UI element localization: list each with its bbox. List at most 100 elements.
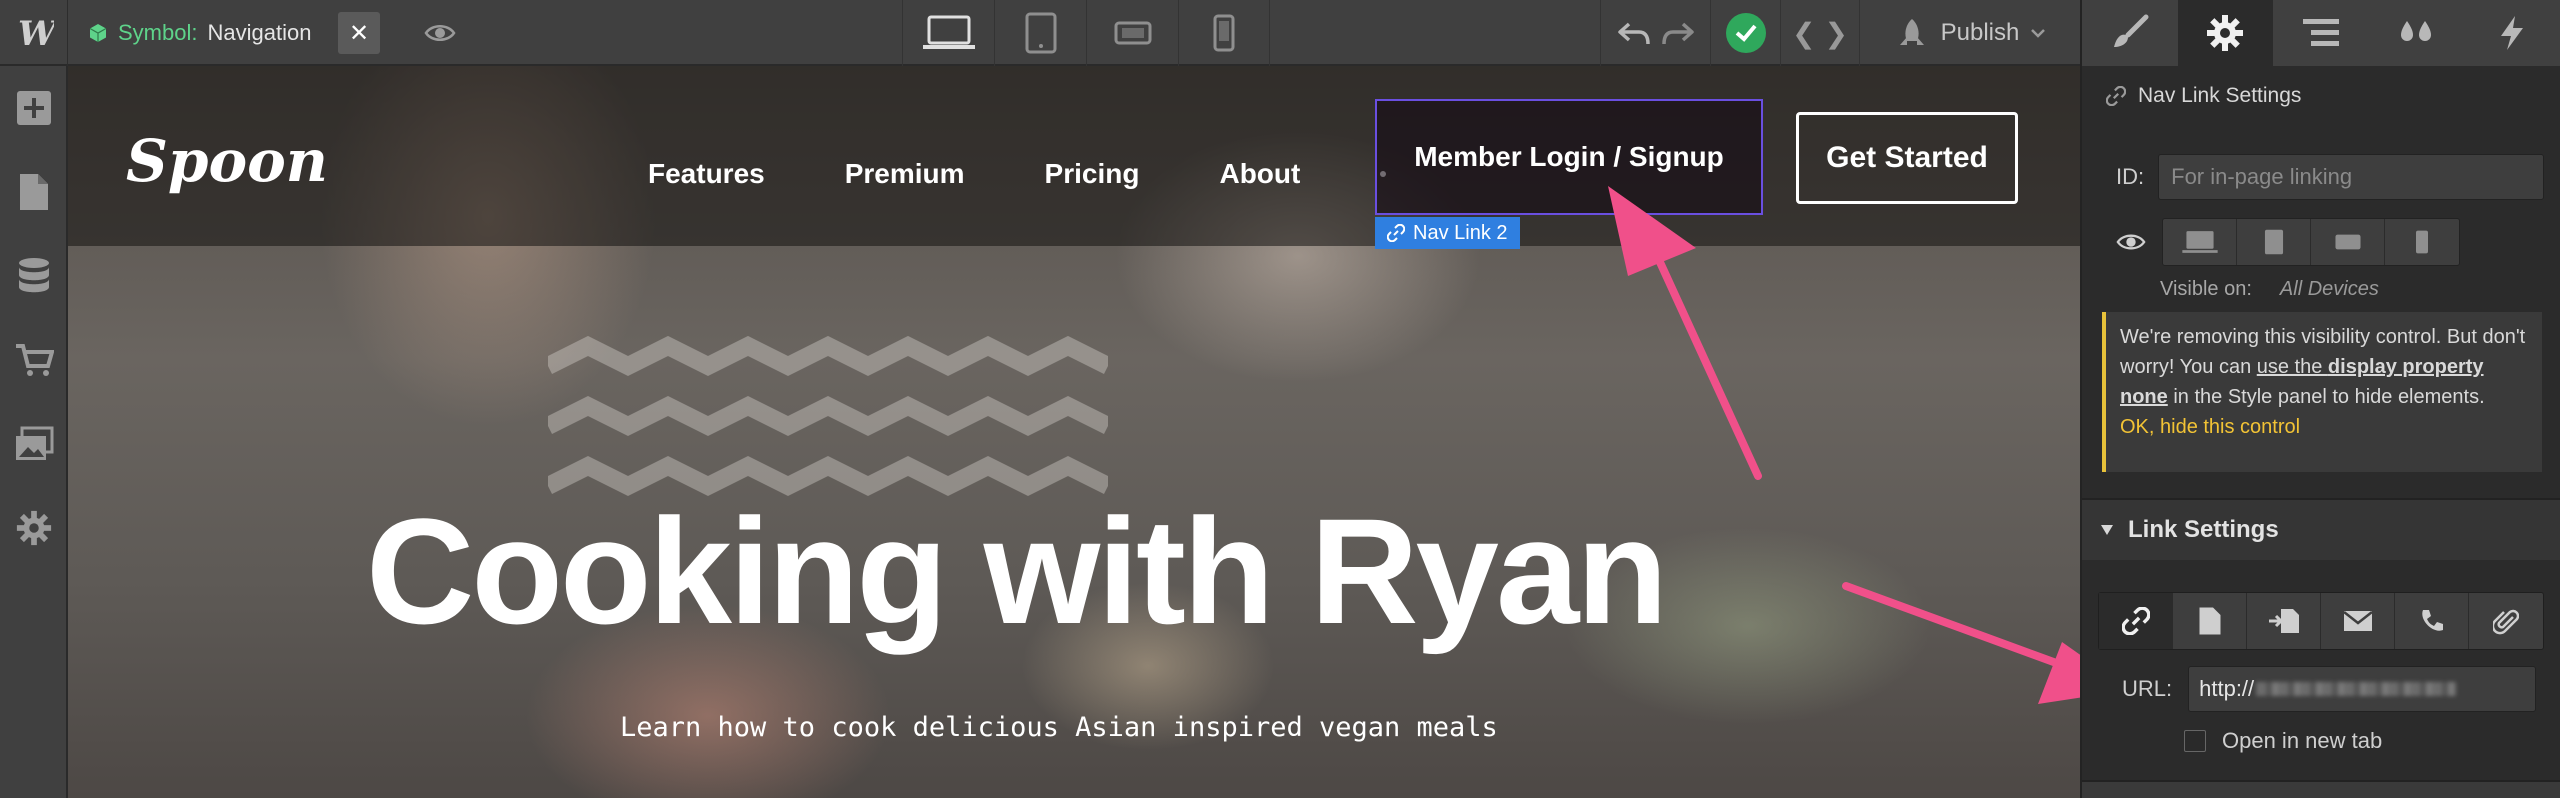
gear-icon — [2207, 15, 2244, 51]
webflow-w-icon: W — [18, 14, 54, 53]
settings-panel: Nav Link Settings ID: For in-page linkin… — [2080, 66, 2560, 798]
settings-panel-button[interactable] — [0, 486, 68, 570]
close-symbol-button[interactable]: ✕ — [338, 12, 380, 54]
nav-link-about[interactable]: About — [1179, 158, 1340, 190]
symbol-cube-icon — [89, 24, 107, 42]
link-settings-header[interactable]: Link Settings — [2082, 500, 2560, 560]
ecommerce-panel-button[interactable] — [0, 318, 68, 402]
link-type-file[interactable] — [2469, 593, 2543, 649]
images-icon — [16, 426, 54, 460]
pages-icon — [20, 174, 48, 210]
paperclip-icon — [2493, 609, 2519, 635]
get-started-button[interactable]: Get Started — [1796, 112, 2018, 204]
left-sidebar — [0, 66, 68, 798]
page-icon — [2199, 607, 2220, 635]
link-type-selector — [2098, 592, 2544, 650]
link-type-email[interactable] — [2321, 593, 2395, 649]
phone-icon — [2421, 610, 2443, 631]
mobile-landscape-breakpoint-button[interactable] — [1086, 0, 1178, 66]
nav-link-pricing[interactable]: Pricing — [1005, 158, 1180, 190]
page-section-icon — [2268, 609, 2299, 633]
nav-link-features[interactable]: Features — [608, 158, 805, 190]
webflow-logo[interactable]: W — [0, 0, 68, 66]
url-value: http:// — [2199, 676, 2255, 701]
hide-control-link[interactable]: OK, hide this control — [2120, 416, 2300, 438]
site-health-button[interactable] — [1710, 0, 1780, 66]
pages-panel-button[interactable] — [0, 150, 68, 234]
id-label: ID: — [2116, 164, 2145, 189]
tab-style-manager[interactable] — [2369, 0, 2465, 66]
site-logo[interactable]: Spoon — [126, 126, 386, 196]
assets-panel-button[interactable] — [0, 402, 68, 486]
notice-text-2: in the Style panel to hide elements. — [2167, 386, 2485, 408]
add-icon — [17, 91, 51, 125]
desktop-icon — [2181, 231, 2218, 253]
tab-style[interactable] — [2082, 0, 2178, 66]
site-logo-text: Spoon — [126, 127, 328, 195]
close-icon: ✕ — [348, 19, 370, 47]
link-type-page[interactable] — [2173, 593, 2247, 649]
breakpoint-switcher — [902, 0, 1270, 66]
tablet-icon — [1025, 12, 1056, 54]
url-label: URL: — [2122, 676, 2173, 701]
visible-on-label: Visible on: — [2160, 278, 2252, 300]
id-input[interactable]: For in-page linking — [2158, 154, 2545, 200]
svg-text:W: W — [18, 14, 54, 53]
link-icon — [2121, 607, 2150, 635]
hero-title[interactable]: Cooking with Ryan — [68, 496, 1668, 646]
link-type-url[interactable] — [2099, 593, 2173, 649]
nav-link-member-login[interactable]: Member Login / Signup — [1375, 99, 1763, 215]
tablet-breakpoint-button[interactable] — [994, 0, 1086, 66]
nav-link-premium[interactable]: Premium — [805, 158, 1005, 190]
brush-icon — [2113, 14, 2149, 47]
nav-link-settings-header: Nav Link Settings — [2106, 84, 2301, 108]
link-type-phone[interactable] — [2395, 593, 2469, 649]
navigator-icon — [2302, 19, 2339, 46]
tab-interactions[interactable] — [2464, 0, 2560, 66]
mobile-portrait-icon — [2416, 230, 2428, 254]
visibility-row — [2116, 218, 2460, 266]
mobile-portrait-icon — [1213, 14, 1235, 52]
drops-icon — [2400, 21, 2431, 41]
link-icon — [1387, 224, 1405, 242]
eye-icon — [2116, 234, 2146, 250]
link-type-section[interactable] — [2247, 593, 2321, 649]
designer-canvas[interactable]: Spoon Features Premium Pricing About Mem… — [68, 66, 2080, 798]
hero-subtitle[interactable]: Learn how to cook delicious Asian inspir… — [620, 712, 1498, 743]
new-tab-label: Open in new tab — [2222, 728, 2383, 753]
visibility-devices — [2162, 218, 2460, 266]
redo-icon[interactable] — [1661, 20, 1695, 46]
url-input[interactable]: http:// — [2188, 666, 2537, 712]
chevron-down-icon — [2031, 29, 2046, 38]
member-login-label: Member Login / Signup — [1414, 141, 1724, 172]
deprecation-notice: We're removing this visibility control. … — [2102, 312, 2542, 472]
section-title: Nav Link Settings — [2138, 84, 2302, 107]
cms-panel-button[interactable] — [0, 234, 68, 318]
publish-button[interactable]: Publish — [1860, 0, 2080, 66]
visible-desktop-toggle[interactable] — [2163, 219, 2237, 265]
preview-button[interactable] — [418, 15, 462, 51]
new-tab-checkbox[interactable] — [2184, 730, 2206, 752]
visible-mobile-landscape-toggle[interactable] — [2311, 219, 2385, 265]
mobile-portrait-breakpoint-button[interactable] — [1178, 0, 1270, 66]
visible-mobile-portrait-toggle[interactable] — [2385, 219, 2459, 265]
selected-element-tag: Nav Link 2 — [1375, 217, 1520, 249]
tab-navigator[interactable] — [2273, 0, 2369, 66]
export-code-button[interactable]: ❮ ❯ — [1780, 0, 1860, 66]
rocket-icon — [1899, 19, 1924, 45]
visible-on-status: Visible on: All Devices — [2160, 278, 2379, 301]
undo-icon[interactable] — [1617, 20, 1651, 46]
tab-settings[interactable] — [2177, 0, 2274, 66]
visible-tablet-toggle[interactable] — [2237, 219, 2311, 265]
mobile-landscape-icon — [2334, 234, 2361, 250]
mobile-landscape-icon — [1114, 21, 1151, 45]
add-panel-button[interactable] — [0, 66, 68, 150]
selected-element-name: Nav Link 2 — [1413, 221, 1508, 244]
url-redacted — [2256, 682, 2457, 696]
new-tab-row: Open in new tab — [2184, 728, 2382, 754]
url-row: URL: http:// — [2122, 666, 2537, 712]
symbol-label: Symbol: — [118, 20, 198, 45]
caret-down-icon — [2101, 525, 2113, 535]
code-icon: ❮ ❯ — [1792, 16, 1848, 50]
desktop-breakpoint-button[interactable] — [902, 0, 994, 66]
